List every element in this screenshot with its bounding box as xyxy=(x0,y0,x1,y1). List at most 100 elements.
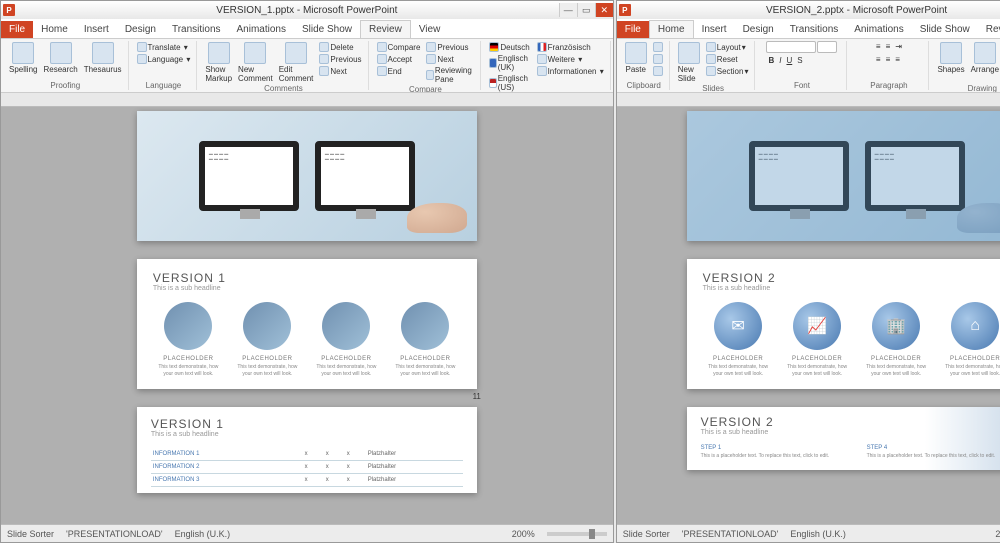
lang-info-button[interactable]: Informationen ▾ xyxy=(535,65,606,77)
cut-button[interactable] xyxy=(651,41,665,53)
tab-view[interactable]: View xyxy=(411,21,449,38)
tab-home[interactable]: Home xyxy=(649,20,694,38)
tab-transitions[interactable]: Transitions xyxy=(164,21,229,38)
align-left-button[interactable]: ≡ xyxy=(874,54,883,65)
strike-button[interactable]: S xyxy=(795,55,804,66)
arrange-button[interactable]: Arrange xyxy=(969,41,1000,75)
align-center-button[interactable]: ≡ xyxy=(884,54,893,65)
tab-file[interactable]: File xyxy=(617,21,649,38)
edit-comment-button[interactable]: Edit Comment xyxy=(277,41,316,84)
slide-content[interactable]: VERSION 2 This is a sub headline ✉PLACEH… xyxy=(687,259,1000,389)
status-lang[interactable]: English (U.K.) xyxy=(790,529,846,539)
ruler xyxy=(617,93,1000,107)
paste-button[interactable]: Paste xyxy=(623,41,649,75)
ribbon-group-proofing: Spelling Research Thesaurus Proofing xyxy=(3,41,129,90)
new-slide-button[interactable]: New Slide xyxy=(676,41,702,84)
status-view[interactable]: Slide Sorter xyxy=(7,529,54,539)
slide-canvas[interactable]: ▬ ▬ ▬ ▬▬ ▬ ▬ ▬ ▬ ▬ ▬ ▬▬ ▬ ▬ ▬ 1 VERSION … xyxy=(617,107,1000,524)
minimize-button[interactable]: — xyxy=(559,3,577,17)
bold-button[interactable]: B xyxy=(766,55,776,66)
layout-button[interactable]: Layout▾ xyxy=(704,41,751,53)
shapes-button[interactable]: Shapes xyxy=(935,41,966,75)
titlebar: P VERSION_1.pptx - Microsoft PowerPoint … xyxy=(1,1,613,19)
tab-review[interactable]: Review xyxy=(360,20,411,38)
format-painter-button[interactable] xyxy=(651,65,665,77)
slide-hero[interactable]: ▬ ▬ ▬ ▬▬ ▬ ▬ ▬ ▬ ▬ ▬ ▬▬ ▬ ▬ ▬ 10 xyxy=(137,111,477,241)
tab-animations[interactable]: Animations xyxy=(229,21,294,38)
bullets-button[interactable]: ≡ xyxy=(874,41,883,52)
content-col-4: ⌂PLACEHOLDERThis text demonstrate, how y… xyxy=(940,302,1000,377)
hero-hand xyxy=(407,203,467,233)
lang-en-us-button[interactable]: Englisch (US) xyxy=(487,73,532,93)
status-view[interactable]: Slide Sorter xyxy=(623,529,670,539)
slide-subtitle: This is a sub headline xyxy=(701,429,774,436)
thesaurus-button[interactable]: Thesaurus xyxy=(82,41,124,75)
delete-comment-button[interactable]: Delete xyxy=(317,41,363,53)
slide-content[interactable]: VERSION 1 This is a sub headline PLACEHO… xyxy=(137,259,477,389)
reviewing-pane-button[interactable]: Reviewing Pane xyxy=(424,65,476,85)
zoom-level[interactable]: 200% xyxy=(995,529,1000,539)
envelope-icon: ✉ xyxy=(714,302,762,350)
compare-prev-button[interactable]: Previous xyxy=(424,41,476,53)
lang-en-uk-button[interactable]: Englisch (UK) xyxy=(487,53,532,73)
compare-button[interactable]: Compare xyxy=(375,41,423,53)
show-markup-button[interactable]: Show Markup xyxy=(203,41,234,84)
spelling-button[interactable]: Spelling xyxy=(7,41,39,75)
photo-circle-icon xyxy=(164,302,212,350)
content-col-1: PLACEHOLDERThis text demonstrate, how yo… xyxy=(153,302,224,377)
end-compare-button[interactable]: End xyxy=(375,65,423,77)
hero-monitor-1: ▬ ▬ ▬ ▬▬ ▬ ▬ ▬ xyxy=(199,141,299,211)
accept-button[interactable]: Accept xyxy=(375,53,423,65)
lang-more-button[interactable]: Weitere ▾ xyxy=(535,53,606,65)
italic-button[interactable]: I xyxy=(777,55,783,66)
tab-transitions[interactable]: Transitions xyxy=(782,21,847,38)
indent-button[interactable]: ⇥ xyxy=(893,41,904,52)
slide-canvas[interactable]: ▬ ▬ ▬ ▬▬ ▬ ▬ ▬ ▬ ▬ ▬ ▬▬ ▬ ▬ ▬ 10 VERSION… xyxy=(1,107,613,524)
reset-button[interactable]: Reset xyxy=(704,53,751,65)
slide-steps[interactable]: VERSION 2 This is a sub headline STEP 1 … xyxy=(687,407,1000,470)
ribbon: Paste Clipboard New Slide Layout▾ Reset … xyxy=(617,39,1000,93)
zoom-level[interactable]: 200% xyxy=(512,529,535,539)
section-button[interactable]: Section▾ xyxy=(704,65,751,77)
ribbon: Spelling Research Thesaurus Proofing Tra… xyxy=(1,39,613,93)
language-button[interactable]: Language ▾ xyxy=(135,53,193,65)
tab-home[interactable]: Home xyxy=(33,21,76,38)
ribbon-group-sprachen: Deutsch Englisch (UK) Englisch (US) Fran… xyxy=(483,41,610,90)
zoom-slider[interactable] xyxy=(547,532,607,536)
ribbon-group-slides: New Slide Layout▾ Reset Section▾ Slides xyxy=(672,41,756,90)
tab-review[interactable]: Review xyxy=(978,21,1000,38)
content-col-3: 🏢PLACEHOLDERThis text demonstrate, how y… xyxy=(861,302,932,377)
maximize-button[interactable]: ▭ xyxy=(577,3,595,17)
slide-table[interactable]: VERSION 1 This is a sub headline INFORMA… xyxy=(137,407,477,493)
close-button[interactable]: ✕ xyxy=(595,3,613,17)
new-comment-button[interactable]: New Comment xyxy=(236,41,275,84)
copy-button[interactable] xyxy=(651,53,665,65)
tab-slideshow[interactable]: Slide Show xyxy=(912,21,978,38)
ribbon-tabs: File Home Insert Design Transitions Anim… xyxy=(617,19,1000,39)
prev-comment-button[interactable]: Previous xyxy=(317,53,363,65)
step-col-2: STEP 4 This is a placeholder text. To re… xyxy=(867,445,1000,460)
app-icon: P xyxy=(3,4,15,16)
tab-insert[interactable]: Insert xyxy=(76,21,117,38)
next-comment-button[interactable]: Next xyxy=(317,65,363,77)
underline-button[interactable]: U xyxy=(784,55,794,66)
ribbon-group-compare: Compare Accept End Previous Next Reviewi… xyxy=(371,41,482,90)
align-right-button[interactable]: ≡ xyxy=(893,54,902,65)
lang-fr-button[interactable]: Französisch xyxy=(535,41,606,53)
translate-button[interactable]: Translate ▾ xyxy=(135,41,193,53)
tab-file[interactable]: File xyxy=(1,21,33,38)
tab-design[interactable]: Design xyxy=(735,21,782,38)
tab-insert[interactable]: Insert xyxy=(694,21,735,38)
app-icon: P xyxy=(619,4,631,16)
status-lang[interactable]: English (U.K.) xyxy=(175,529,231,539)
compare-next-button[interactable]: Next xyxy=(424,53,476,65)
slide-hero[interactable]: ▬ ▬ ▬ ▬▬ ▬ ▬ ▬ ▬ ▬ ▬ ▬▬ ▬ ▬ ▬ 1 xyxy=(687,111,1000,241)
tab-animations[interactable]: Animations xyxy=(846,21,911,38)
tab-slideshow[interactable]: Slide Show xyxy=(294,21,360,38)
lang-de-button[interactable]: Deutsch xyxy=(487,41,532,53)
tab-design[interactable]: Design xyxy=(117,21,164,38)
slide-title: VERSION 1 xyxy=(153,271,461,285)
numbering-button[interactable]: ≡ xyxy=(884,41,893,52)
slide-subtitle: This is a sub headline xyxy=(151,431,463,438)
research-button[interactable]: Research xyxy=(41,41,79,75)
